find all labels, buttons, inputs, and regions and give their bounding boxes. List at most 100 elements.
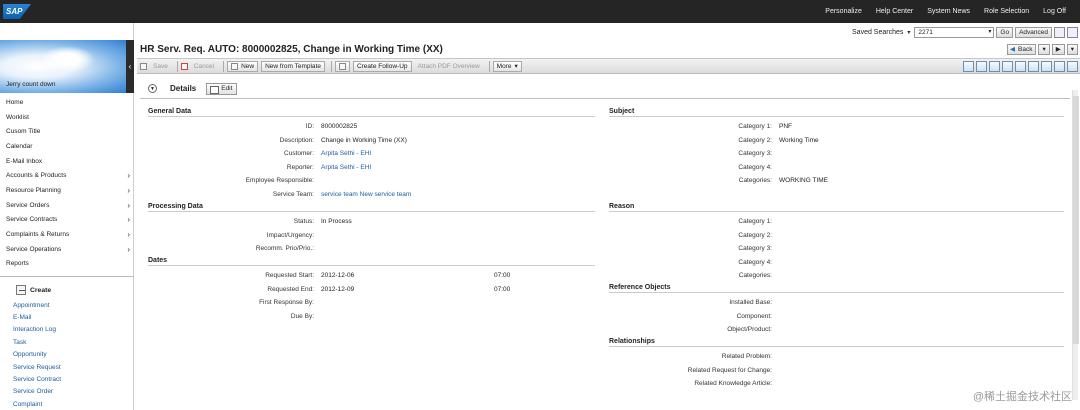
reason-row: Category 4: [600, 258, 1040, 268]
create-e-mail-link[interactable]: E-Mail [13, 311, 61, 323]
more-button[interactable]: More ▾ [492, 60, 522, 72]
chevron-right-icon: › [127, 171, 130, 181]
create-interaction-log-link[interactable]: Interaction Log [13, 324, 61, 336]
sidebar-item-service-operations[interactable]: Service Operations › [0, 242, 134, 257]
field-label: Requested Start: [265, 272, 314, 279]
new-button[interactable]: New [227, 60, 259, 72]
sidebar-item-service-orders[interactable]: Service Orders › [0, 198, 134, 213]
field-value-link[interactable]: Arpita Sethi - EHI [321, 163, 371, 173]
top-bar: SAP Personalize Help Center System News … [0, 0, 1080, 23]
field-label: Reporter: [286, 163, 314, 171]
relationships-row: Related Request for Change: [600, 366, 1040, 376]
create-task-link[interactable]: Task [13, 336, 61, 348]
sidebar-item-e-mail-inbox[interactable]: E-Mail Inbox [0, 154, 134, 169]
system-news-link[interactable]: System News [927, 8, 970, 15]
sidebar-item-accounts-products[interactable]: Accounts & Products › [0, 168, 134, 183]
create-service-request-link[interactable]: Service Request [13, 361, 61, 373]
notes-icon[interactable] [1028, 61, 1039, 72]
create-opportunity-link[interactable]: Opportunity [13, 349, 61, 361]
help-icon[interactable] [1067, 61, 1078, 72]
sidebar-item-complaints-returns[interactable]: Complaints & Returns › [0, 227, 134, 242]
collapse-sidebar-button[interactable]: ‹ [126, 40, 134, 93]
new-window-icon[interactable] [1054, 27, 1065, 38]
cancel-button[interactable]: Cancel [191, 61, 217, 72]
collapse-details-icon[interactable]: ▼ [148, 84, 157, 93]
back-dropdown-icon[interactable]: ▾ [1038, 44, 1050, 55]
field-value: 8000002825 [321, 123, 358, 130]
tag-icon[interactable] [1002, 61, 1013, 72]
field-label: Recomm. Prio/Prio.: [255, 245, 314, 253]
field-value-link[interactable]: Arpita Sethi - EHI [321, 149, 371, 159]
saved-searches-label: Saved Searches [852, 29, 904, 36]
field-label: Related Knowledge Article: [694, 380, 772, 388]
general-row: Customer: Arpita Sethi - EHI [142, 149, 582, 159]
subject-row: Category 2: Working Time [600, 136, 1040, 146]
edit-button[interactable]: Edit [206, 82, 238, 95]
user-name: Jerry count down [6, 81, 56, 88]
create-follow-up-button[interactable]: Create Follow-Up [352, 60, 412, 72]
sidebar-item-resource-planning[interactable]: Resource Planning › [0, 183, 134, 198]
field-label: Categories: [738, 272, 772, 280]
field-label: Due By: [290, 312, 314, 320]
settings-icon[interactable] [963, 61, 974, 72]
go-button[interactable]: Go [996, 27, 1014, 38]
dates-row: Due By: [142, 312, 582, 322]
general-row: ID: 8000002825 [142, 122, 582, 132]
delete-icon[interactable] [1067, 27, 1078, 38]
field-label: Installed Base: [729, 299, 772, 306]
personalize-link[interactable]: Personalize [825, 8, 862, 15]
nav-list: Home Worklist Cusom Title Calendar E-Mail In… [0, 95, 134, 271]
print-icon[interactable] [1041, 61, 1052, 72]
field-value-link[interactable]: service team New service team [321, 190, 411, 200]
history-dropdown-icon[interactable]: ▾ [1066, 44, 1078, 55]
new-doc-icon [231, 62, 239, 70]
copy-button[interactable] [334, 60, 350, 72]
create-service-contract-link[interactable]: Service Contract [13, 373, 61, 385]
subject-row: Categories: WORKING TIME [600, 176, 1040, 186]
favorite-icon[interactable] [1015, 61, 1026, 72]
toolbar-separator [176, 60, 178, 72]
forward-button[interactable]: ▶ [1051, 44, 1065, 55]
saved-searches-dropdown-icon[interactable]: ▾ [907, 29, 910, 36]
dates-row: Requested End: 2012-12-09 07:00 [142, 285, 582, 295]
help-center-link[interactable]: Help Center [876, 8, 913, 15]
sidebar-item-home[interactable]: Home [0, 95, 134, 110]
details-header: ▼ Details Edit [140, 79, 1070, 99]
general-row: Description: Change in Working Time (XX) [142, 136, 582, 146]
rss-icon[interactable] [976, 61, 987, 72]
back-button[interactable]: ◀ Back [1007, 44, 1037, 55]
relationships-row: Related Problem: [600, 352, 1040, 362]
dates-row: Requested Start: 2012-12-06 07:00 [142, 271, 582, 281]
processing-row: Impact/Urgency: [142, 231, 582, 241]
sidebar-item-service-contracts[interactable]: Service Contracts › [0, 213, 134, 228]
field-label: Category 4: [738, 163, 772, 171]
reference-row: Object/Product: [600, 325, 1040, 335]
processing-row: Recomm. Prio/Prio.: [142, 244, 582, 254]
sidebar-item-reports[interactable]: Reports [0, 257, 134, 272]
sidebar-item-worklist[interactable]: Worklist [0, 110, 134, 125]
saved-search-select[interactable]: 2271 ▾ [914, 27, 995, 38]
export-icon[interactable] [989, 61, 1000, 72]
dates-row: First Response By: [142, 298, 582, 308]
field-label: Impact/Urgency: [266, 231, 314, 239]
sidebar-item-calendar[interactable]: Calendar [0, 139, 134, 154]
create-service-order-link[interactable]: Service Order [13, 386, 61, 398]
scrollbar-thumb[interactable] [1073, 96, 1079, 344]
field-label: Related Problem: [721, 353, 772, 360]
log-off-link[interactable]: Log Off [1043, 8, 1066, 15]
subject-row: Category 3: [600, 149, 1040, 159]
save-button[interactable]: Save [150, 61, 171, 72]
sidebar-item-cusom-title[interactable]: Cusom Title [0, 124, 134, 139]
field-value: Change in Working Time (XX) [321, 136, 407, 144]
personalize-icon[interactable] [1054, 61, 1065, 72]
advanced-button[interactable]: Advanced [1015, 27, 1052, 38]
create-appointment-link[interactable]: Appointment [13, 299, 61, 311]
create-complaint-link[interactable]: Complaint [13, 398, 61, 410]
attach-pdf-button[interactable]: Attach PDF Overview [415, 61, 483, 72]
vertical-scrollbar[interactable] [1072, 90, 1079, 400]
field-value: Working Time [779, 136, 819, 144]
new-from-template-button[interactable]: New from Template [261, 60, 325, 72]
role-selection-link[interactable]: Role Selection [984, 8, 1029, 15]
chevron-down-icon: ▾ [988, 29, 992, 35]
field-label: Category 3: [738, 245, 772, 253]
